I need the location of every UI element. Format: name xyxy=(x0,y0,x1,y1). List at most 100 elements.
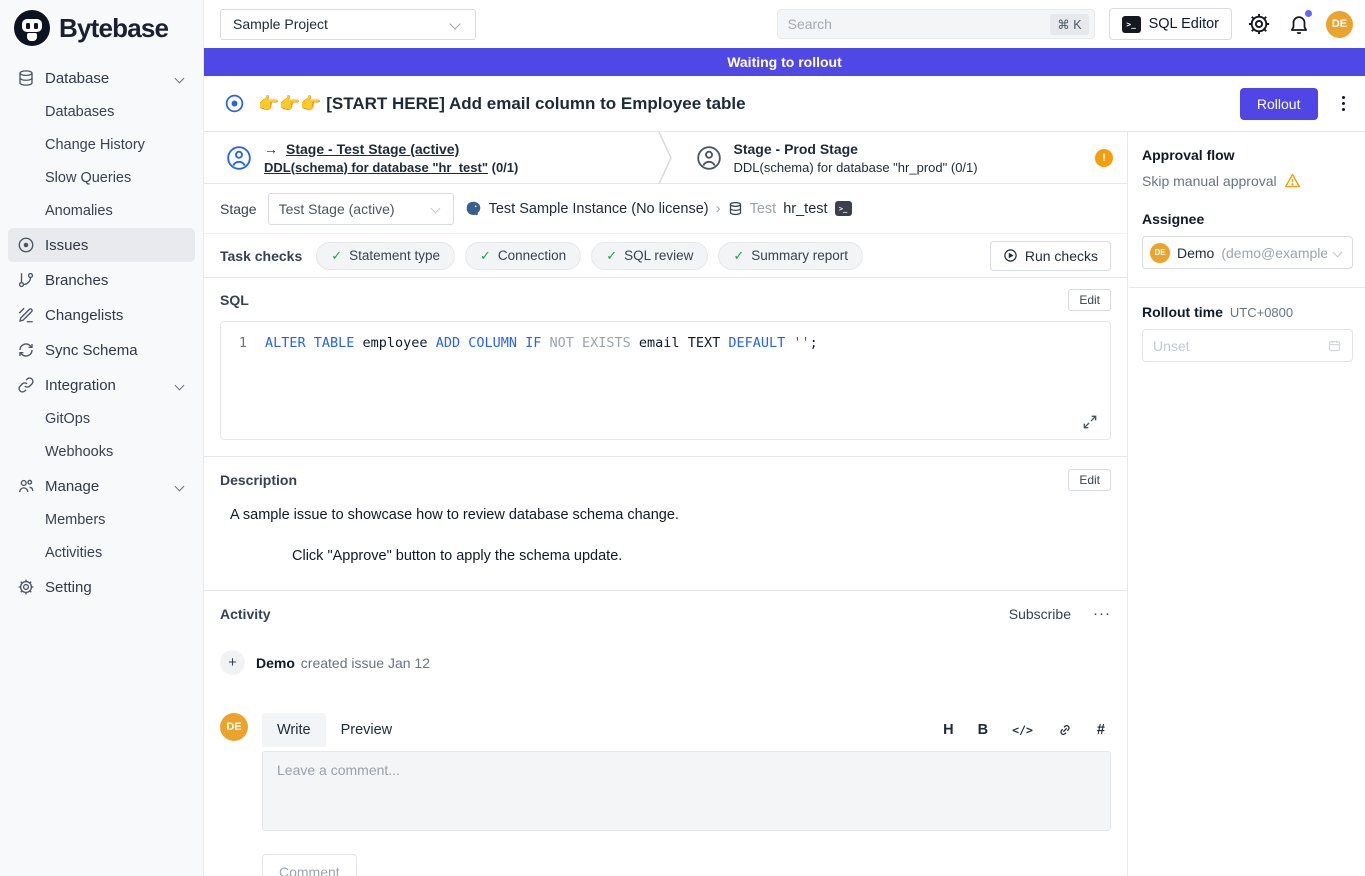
user-circle-icon xyxy=(226,145,252,171)
subscribe-link[interactable]: Subscribe xyxy=(1009,606,1071,622)
task-checks-label: Task checks xyxy=(220,248,302,264)
environment-label: Test xyxy=(750,201,777,217)
sidebar-item-sync-schema[interactable]: Sync Schema xyxy=(8,333,195,367)
sidebar-item-branches[interactable]: Branches xyxy=(8,263,195,297)
issue-open-icon xyxy=(224,93,245,114)
settings-gear-icon[interactable] xyxy=(1246,11,1272,37)
check-pill-connection[interactable]: ✓ Connection xyxy=(465,242,581,270)
gear-icon xyxy=(16,578,35,597)
instance-link[interactable]: Test Sample Instance (No license) xyxy=(489,201,709,217)
rollout-time-title: Rollout time xyxy=(1142,304,1223,320)
bold-icon[interactable]: B xyxy=(978,722,988,738)
chevron-down-icon xyxy=(430,204,440,214)
current-stage-arrow: → xyxy=(264,141,278,157)
sidebar-item-manage[interactable]: Manage xyxy=(8,469,195,503)
stage-select[interactable]: Test Stage (active) xyxy=(268,193,454,225)
database-link[interactable]: hr_test xyxy=(783,201,827,217)
sql-statement: ALTER TABLE employee ADD COLUMN IF NOT E… xyxy=(265,335,818,426)
sidebar-nav: Database Databases Change History Slow Q… xyxy=(0,54,203,611)
users-icon xyxy=(16,477,35,496)
chevron-down-icon xyxy=(175,73,185,83)
sidebar-item-slow-queries[interactable]: Slow Queries xyxy=(8,162,195,194)
comment-editor: DE Write Preview H B </> xyxy=(220,713,1111,876)
issue-title: 👉👉👉 [START HERE] Add email column to Emp… xyxy=(258,94,746,114)
search-input[interactable] xyxy=(788,16,1051,32)
check-pill-summary-report[interactable]: ✓ Summary report xyxy=(718,242,863,270)
sidebar-item-issues[interactable]: Issues xyxy=(8,228,195,262)
status-banner-text: Waiting to rollout xyxy=(727,54,842,70)
chevron-down-icon xyxy=(1333,248,1343,258)
comment-button[interactable]: Comment xyxy=(262,854,357,876)
warning-badge: ! xyxy=(1095,149,1113,167)
sidebar-item-anomalies[interactable]: Anomalies xyxy=(8,195,195,227)
stage-separator xyxy=(658,132,674,183)
line-number: 1 xyxy=(233,335,247,426)
assignee-select[interactable]: DE Demo (demo@example xyxy=(1142,236,1353,269)
stage-card-prod[interactable]: Stage - Prod Stage DDL(schema) for datab… xyxy=(674,132,1128,183)
user-avatar[interactable]: DE xyxy=(1326,11,1353,38)
play-circle-icon xyxy=(1003,248,1018,263)
database-icon xyxy=(728,201,743,216)
assignee-name: Demo xyxy=(1177,245,1214,261)
sidebar-item-changelists[interactable]: Changelists xyxy=(8,298,195,332)
check-pill-statement-type[interactable]: ✓ Statement type xyxy=(316,242,455,270)
expand-icon[interactable] xyxy=(1082,414,1098,430)
check-pill-sql-review[interactable]: ✓ SQL review xyxy=(591,242,708,270)
tab-write[interactable]: Write xyxy=(262,713,326,747)
notification-bell-icon[interactable] xyxy=(1286,11,1312,37)
open-sql-editor-icon[interactable]: >_ xyxy=(835,201,852,216)
description-line: Click "Approve" button to apply the sche… xyxy=(292,548,1111,564)
more-menu-icon[interactable] xyxy=(1338,92,1350,116)
sidebar-item-setting[interactable]: Setting xyxy=(8,570,195,604)
sidebar-item-members[interactable]: Members xyxy=(8,504,195,536)
sql-editor-button[interactable]: >_ SQL Editor xyxy=(1109,8,1232,40)
search-shortcut-badge: ⌘ K xyxy=(1050,14,1088,35)
calendar-icon xyxy=(1327,338,1342,353)
project-select-value: Sample Project xyxy=(233,16,328,32)
terminal-icon: >_ xyxy=(1122,16,1141,33)
sidebar-item-change-history[interactable]: Change History xyxy=(8,129,195,161)
assignee-avatar: DE xyxy=(1150,243,1170,263)
hash-icon[interactable]: # xyxy=(1097,722,1105,738)
bytebase-logo[interactable]: Bytebase xyxy=(0,0,203,54)
link-icon[interactable] xyxy=(1057,722,1073,738)
chevron-down-icon xyxy=(175,481,185,491)
stage-title: Stage - Prod Stage xyxy=(734,141,858,157)
sidebar-item-activities[interactable]: Activities xyxy=(8,537,195,569)
branch-icon xyxy=(16,271,35,290)
sidebar-item-webhooks[interactable]: Webhooks xyxy=(8,436,195,468)
heading-icon[interactable]: H xyxy=(943,722,953,738)
description-edit-button[interactable]: Edit xyxy=(1068,469,1111,491)
activity-section: Activity Subscribe ··· + Demo created is… xyxy=(204,591,1127,876)
sidebar-item-gitops[interactable]: GitOps xyxy=(8,403,195,435)
warning-triangle-icon xyxy=(1284,172,1301,189)
stage-task: DDL(schema) for database "hr_test" xyxy=(264,160,488,175)
rollout-time-value: Unset xyxy=(1153,338,1190,354)
database-icon xyxy=(16,69,35,88)
status-banner: Waiting to rollout xyxy=(204,48,1365,76)
rollout-time-input[interactable]: Unset xyxy=(1142,329,1353,362)
project-select[interactable]: Sample Project xyxy=(220,9,476,40)
comment-input[interactable] xyxy=(262,751,1111,831)
chevron-down-icon xyxy=(175,380,185,390)
rollout-button[interactable]: Rollout xyxy=(1240,88,1318,120)
run-checks-button[interactable]: Run checks xyxy=(990,241,1111,271)
postgres-icon xyxy=(465,200,482,217)
sidebar-item-databases[interactable]: Databases xyxy=(8,96,195,128)
issue-icon xyxy=(16,236,35,255)
stage-card-test[interactable]: →Stage - Test Stage (active) DDL(schema)… xyxy=(204,132,658,183)
code-icon[interactable]: </> xyxy=(1012,723,1033,737)
check-success-icon: ✓ xyxy=(480,248,491,264)
panel-divider xyxy=(1129,287,1365,288)
sidebar-item-integration[interactable]: Integration xyxy=(8,368,195,402)
activity-more-icon[interactable]: ··· xyxy=(1093,605,1111,622)
search-box[interactable]: ⌘ K xyxy=(777,9,1095,39)
assignee-title: Assignee xyxy=(1142,211,1353,227)
stage-progress: (0/1) xyxy=(951,160,978,175)
sidebar: Bytebase Database Databases Change Histo… xyxy=(0,0,204,876)
user-circle-icon xyxy=(696,145,722,171)
sql-edit-button[interactable]: Edit xyxy=(1068,289,1111,311)
stage-timeline: →Stage - Test Stage (active) DDL(schema)… xyxy=(204,132,1127,184)
sidebar-item-database[interactable]: Database xyxy=(8,61,195,95)
tab-preview[interactable]: Preview xyxy=(326,713,408,747)
